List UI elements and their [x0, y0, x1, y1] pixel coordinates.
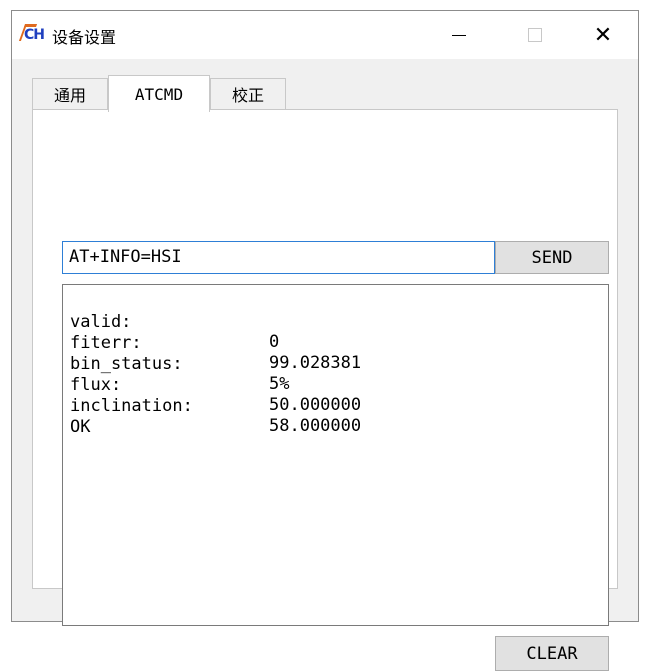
output-line: bin_status: 5% [70, 334, 289, 394]
output-value: 99.028381 [269, 353, 362, 373]
close-button[interactable]: ✕ [580, 11, 626, 59]
tab-general[interactable]: 通用 [32, 78, 108, 109]
output-textarea[interactable]: valid: 0 fiterr: 99.028381 bin_status: 5… [62, 284, 609, 626]
output-line: flux: 50.000000 [70, 355, 361, 415]
send-button[interactable]: SEND [495, 241, 609, 274]
maximize-icon [528, 28, 542, 42]
tab-panel: AT+INFO=HSI SEND valid: 0 fiterr: 99.028… [32, 109, 618, 671]
tab-atcmd[interactable]: ATCMD [108, 75, 210, 112]
output-line: fiterr: 99.028381 [70, 313, 361, 373]
minimize-icon [452, 34, 466, 36]
output-value: 50.000000 [269, 395, 362, 415]
clear-button[interactable]: CLEAR [495, 636, 609, 671]
command-input[interactable]: AT+INFO=HSI [62, 241, 495, 274]
output-line: OK [70, 397, 152, 437]
output-line: valid: 0 [70, 292, 279, 352]
close-icon: ✕ [593, 22, 613, 48]
device-settings-window: CH 设备设置 ✕ AT+INFO=HSI SEND valid: 0 fite… [11, 10, 639, 671]
minimize-button[interactable] [436, 11, 482, 59]
title-bar[interactable]: CH 设备设置 ✕ [12, 11, 638, 59]
output-value: 0 [269, 332, 280, 352]
maximize-button[interactable] [512, 11, 558, 59]
output-key: OK [70, 417, 91, 437]
output-value: 5% [269, 374, 290, 394]
app-logo-icon: CH [18, 24, 45, 43]
output-value: 58.000000 [269, 416, 362, 436]
window-title: 设备设置 [52, 28, 117, 47]
tab-calibration[interactable]: 校正 [210, 78, 286, 109]
output-line: inclination: 58.000000 [70, 376, 361, 436]
